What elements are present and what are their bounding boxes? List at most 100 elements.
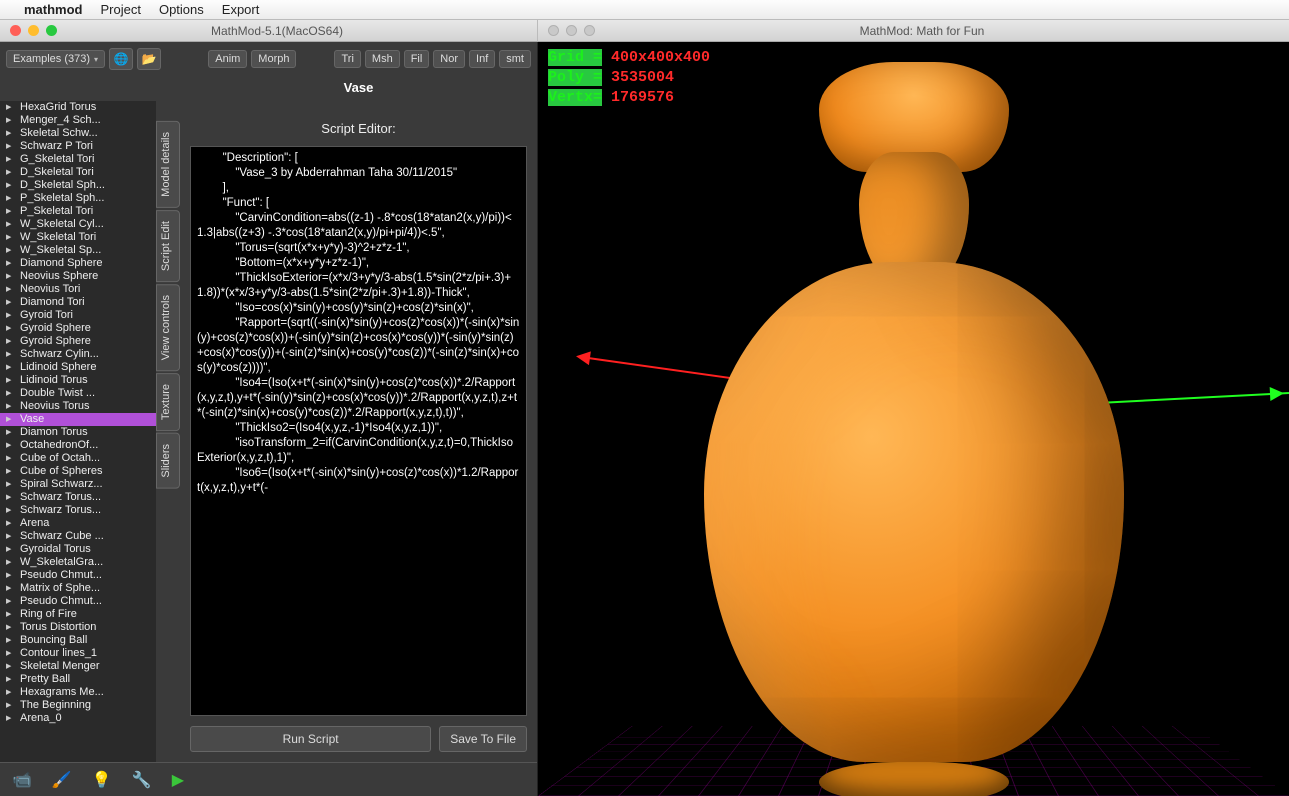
tree-item[interactable]: Bouncing Ball <box>0 634 156 647</box>
run-script-button[interactable]: Run Script <box>190 726 431 752</box>
tree-item[interactable]: Skeletal Schw... <box>0 127 156 140</box>
left-window-titlebar: MathMod-5.1(MacOS64) <box>0 20 538 42</box>
tab-texture[interactable]: Texture <box>156 373 180 431</box>
tree-item[interactable]: Vase <box>0 413 156 426</box>
left-window-title: MathMod-5.1(MacOS64) <box>67 24 537 38</box>
wrench-icon[interactable]: 🔧 <box>132 770 152 790</box>
menu-app-name[interactable]: mathmod <box>24 2 83 17</box>
tree-item[interactable]: Schwarz P Tori <box>0 140 156 153</box>
smt-button[interactable]: smt <box>499 50 531 68</box>
menu-options[interactable]: Options <box>159 2 204 17</box>
tree-item[interactable]: Lidinoid Sphere <box>0 361 156 374</box>
tree-item[interactable]: Gyroidal Torus <box>0 543 156 556</box>
tree-item[interactable]: Arena <box>0 517 156 530</box>
brush-icon[interactable]: 🖌️ <box>52 770 72 790</box>
msh-button[interactable]: Msh <box>365 50 400 68</box>
tree-item[interactable]: HexaGrid Torus <box>0 101 156 114</box>
tree-item[interactable]: Lidinoid Torus <box>0 374 156 387</box>
tab-sliders[interactable]: Sliders <box>156 433 180 489</box>
tree-item[interactable]: Cube of Octah... <box>0 452 156 465</box>
3d-viewport[interactable]: Grid = 400x400x400 Poly = 3535004 Vertx=… <box>538 42 1289 796</box>
maximize-icon[interactable] <box>584 25 595 36</box>
mac-menubar: mathmod Project Options Export <box>0 0 1289 20</box>
tree-item[interactable]: Pseudo Chmut... <box>0 569 156 582</box>
tree-item[interactable]: Neovius Tori <box>0 283 156 296</box>
tree-item[interactable]: Contour lines_1 <box>0 647 156 660</box>
minimize-icon[interactable] <box>28 25 39 36</box>
anim-button[interactable]: Anim <box>208 50 247 68</box>
tree-item[interactable]: Gyroid Sphere <box>0 335 156 348</box>
top-toolbar: Examples (373) ▾ 🌐 📂 Anim Morph Tri Msh … <box>0 42 537 76</box>
tree-item[interactable]: Gyroid Sphere <box>0 322 156 335</box>
tree-item[interactable]: P_Skeletal Tori <box>0 205 156 218</box>
nor-button[interactable]: Nor <box>433 50 465 68</box>
y-axis-arrow <box>770 392 1289 421</box>
vert-value: 1769576 <box>611 89 674 106</box>
tree-item[interactable]: D_Skeletal Tori <box>0 166 156 179</box>
tree-item[interactable]: Arena_0 <box>0 712 156 725</box>
tree-item[interactable]: Schwarz Torus... <box>0 504 156 517</box>
tree-item[interactable]: Diamond Tori <box>0 296 156 309</box>
inf-button[interactable]: Inf <box>469 50 495 68</box>
tree-item[interactable]: Spiral Schwarz... <box>0 478 156 491</box>
tree-item[interactable]: W_Skeletal Sp... <box>0 244 156 257</box>
tree-item[interactable]: Schwarz Torus... <box>0 491 156 504</box>
editor-pane: Script Editor: "Description": [ "Vase_3 … <box>180 101 537 762</box>
fil-button[interactable]: Fil <box>404 50 430 68</box>
vert-label: Vertx= <box>548 89 602 106</box>
menu-export[interactable]: Export <box>222 2 260 17</box>
tree-item[interactable]: OctahedronOf... <box>0 439 156 452</box>
tree-item[interactable]: Schwarz Cylin... <box>0 348 156 361</box>
examples-dropdown[interactable]: Examples (373) ▾ <box>6 50 105 68</box>
tree-item[interactable]: The Beginning <box>0 699 156 712</box>
tab-model-details[interactable]: Model details <box>156 121 180 208</box>
tab-view-controls[interactable]: View controls <box>156 284 180 371</box>
tree-item[interactable]: W_Skeletal Tori <box>0 231 156 244</box>
poly-value: 3535004 <box>611 69 674 86</box>
tree-item[interactable]: Ring of Fire <box>0 608 156 621</box>
right-window-titlebar: MathMod: Math for Fun <box>538 20 1289 42</box>
grid-value: 400x400x400 <box>611 49 710 66</box>
tree-item[interactable]: Menger_4 Sch... <box>0 114 156 127</box>
tree-item[interactable]: Matrix of Sphe... <box>0 582 156 595</box>
tree-item[interactable]: Double Twist ... <box>0 387 156 400</box>
tree-item[interactable]: Neovius Torus <box>0 400 156 413</box>
tree-item[interactable]: W_Skeletal Cyl... <box>0 218 156 231</box>
grid-label: Grid = <box>548 49 602 66</box>
tree-item[interactable]: Gyroid Tori <box>0 309 156 322</box>
camera-icon[interactable]: 📹 <box>12 770 32 790</box>
bulb-icon[interactable]: 💡 <box>92 770 112 790</box>
minimize-icon[interactable] <box>566 25 577 36</box>
tree-item[interactable]: W_SkeletalGra... <box>0 556 156 569</box>
globe-icon[interactable]: 🌐 <box>109 48 133 70</box>
tree-item[interactable]: G_Skeletal Tori <box>0 153 156 166</box>
morph-button[interactable]: Morph <box>251 50 296 68</box>
folder-open-icon[interactable]: 📂 <box>137 48 161 70</box>
save-to-file-button[interactable]: Save To File <box>439 726 527 752</box>
menu-project[interactable]: Project <box>101 2 141 17</box>
right-window-title: MathMod: Math for Fun <box>605 24 1289 38</box>
play-icon[interactable]: ▶ <box>172 770 184 790</box>
tri-button[interactable]: Tri <box>334 50 360 68</box>
tree-item[interactable]: Neovius Sphere <box>0 270 156 283</box>
tree-item[interactable]: Diamond Sphere <box>0 257 156 270</box>
tree-item[interactable]: Cube of Spheres <box>0 465 156 478</box>
close-icon[interactable] <box>10 25 21 36</box>
left-panel: Examples (373) ▾ 🌐 📂 Anim Morph Tri Msh … <box>0 42 538 796</box>
tree-item[interactable]: Torus Distortion <box>0 621 156 634</box>
poly-label: Poly = <box>548 69 602 86</box>
tree-item[interactable]: Skeletal Menger <box>0 660 156 673</box>
tree-item[interactable]: Hexagrams Me... <box>0 686 156 699</box>
tree-item[interactable]: Pseudo Chmut... <box>0 595 156 608</box>
tree-item[interactable]: Pretty Ball <box>0 673 156 686</box>
tree-item[interactable]: D_Skeletal Sph... <box>0 179 156 192</box>
x-axis-arrow <box>581 356 779 386</box>
tree-item[interactable]: P_Skeletal Sph... <box>0 192 156 205</box>
tab-script-edit[interactable]: Script Edit <box>156 210 180 282</box>
maximize-icon[interactable] <box>46 25 57 36</box>
examples-tree[interactable]: HexaGrid TorusMenger_4 Sch...Skeletal Sc… <box>0 101 156 762</box>
tree-item[interactable]: Diamon Torus <box>0 426 156 439</box>
close-icon[interactable] <box>548 25 559 36</box>
script-textarea[interactable]: "Description": [ "Vase_3 by Abderrahman … <box>190 146 527 716</box>
tree-item[interactable]: Schwarz Cube ... <box>0 530 156 543</box>
